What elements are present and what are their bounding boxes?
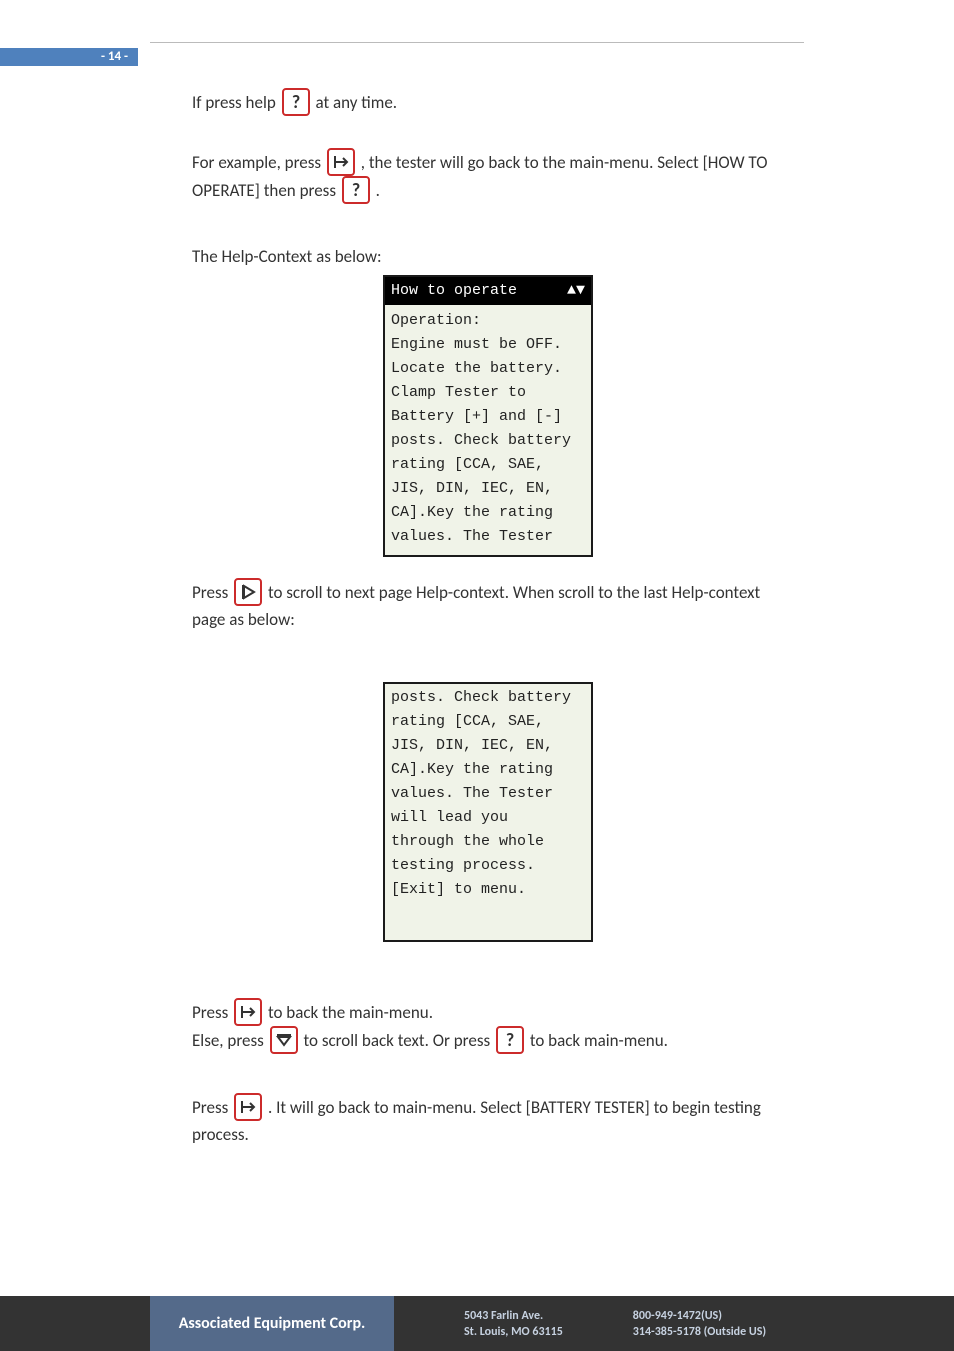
text: If press help <box>192 92 280 113</box>
lcd-line: will lead you <box>391 806 585 830</box>
lcd-line: JIS, DIN, IEC, EN, <box>391 734 585 758</box>
lcd-title-bar: How to operate ▲▼ <box>385 277 591 305</box>
lcd-line: JIS, DIN, IEC, EN, <box>391 477 585 501</box>
paragraph-battery-tester: Press . It will go back to main-menu. Se… <box>192 1095 794 1147</box>
footer-phone: 800-949-1472(US) 314-385-5178 (Outside U… <box>633 1308 766 1340</box>
paragraph-help-context: The Help-Context as below: <box>192 245 794 269</box>
footer-addr-line: 5043 Farlin Ave. <box>464 1308 563 1324</box>
lcd-title-text: How to operate <box>391 279 517 303</box>
text: to back main-menu. <box>530 1030 668 1051</box>
help-icon: ? <box>342 176 370 204</box>
lcd-line: Battery [+] and [-] <box>391 405 585 429</box>
text: Press <box>192 1002 232 1023</box>
text: For example, press <box>192 152 325 173</box>
text: Press <box>192 1097 232 1118</box>
scroll-arrows-icon: ▲▼ <box>567 279 585 303</box>
text: The Help-Context as below: <box>192 246 382 267</box>
lcd-line: Operation: <box>391 309 585 333</box>
help-icon: ? <box>282 88 310 116</box>
text: . It will go back to main-menu. Select [… <box>192 1097 761 1145</box>
lcd-line: Locate the battery. <box>391 357 585 381</box>
header-rule <box>150 42 804 44</box>
lcd-line: values. The Tester <box>391 525 585 549</box>
lcd-line: testing process. <box>391 854 585 878</box>
lcd-screen-operate: How to operate ▲▼ Operation: Engine must… <box>383 275 593 557</box>
text: Else, press <box>192 1030 268 1051</box>
lcd-line: values. The Tester <box>391 782 585 806</box>
lcd-line: Engine must be OFF. <box>391 333 585 357</box>
footer-addr-line: St. Louis, MO 63115 <box>464 1324 563 1340</box>
lcd-line: rating [CCA, SAE, <box>391 710 585 734</box>
svg-text:?: ? <box>352 179 360 201</box>
lcd-screen-last-page: posts. Check battery rating [CCA, SAE, J… <box>383 682 593 942</box>
lcd-line: rating [CCA, SAE, <box>391 453 585 477</box>
svg-text:?: ? <box>291 91 299 113</box>
text: at any time. <box>315 92 397 113</box>
text: to back the main-menu. <box>268 1002 433 1023</box>
lcd-line: posts. Check battery <box>391 686 585 710</box>
lcd-line: [Exit] to menu. <box>391 878 585 902</box>
footer-phone-line: 314-385-5178 (Outside US) <box>633 1324 766 1340</box>
lcd-line: Clamp Tester to <box>391 381 585 405</box>
lcd-line: CA].Key the rating <box>391 501 585 525</box>
exit-icon <box>234 1093 262 1121</box>
page-number-tab: - 14 - <box>0 48 138 66</box>
text: Press <box>192 582 232 603</box>
paragraph-scroll-next: Press to scroll to next page Help-contex… <box>192 580 794 632</box>
paragraph-back-mainmenu: Press to back the main-menu. Else, press… <box>192 1000 794 1056</box>
svg-text:?: ? <box>506 1029 514 1051</box>
help-icon: ? <box>496 1026 524 1054</box>
paragraph-example: For example, press , the tester will go … <box>192 150 794 206</box>
text: to scroll back text. Or press <box>303 1030 494 1051</box>
footer-company: Associated Equipment Corp. <box>150 1296 394 1351</box>
page-footer: Associated Equipment Corp. 5043 Farlin A… <box>0 1296 954 1351</box>
paragraph-help-anytime: If press help ? at any time. <box>192 90 794 118</box>
exit-icon <box>234 998 262 1026</box>
lcd-line: posts. Check battery <box>391 429 585 453</box>
lcd-line: through the whole <box>391 830 585 854</box>
lcd-line: CA].Key the rating <box>391 758 585 782</box>
text: to scroll to next page Help-context. Whe… <box>192 582 760 630</box>
down-arrow-icon <box>270 1026 298 1054</box>
footer-address: 5043 Farlin Ave. St. Louis, MO 63115 <box>464 1308 563 1340</box>
right-arrow-icon <box>234 578 262 606</box>
footer-phone-line: 800-949-1472(US) <box>633 1308 766 1324</box>
text: . <box>376 180 380 201</box>
exit-icon <box>327 148 355 176</box>
